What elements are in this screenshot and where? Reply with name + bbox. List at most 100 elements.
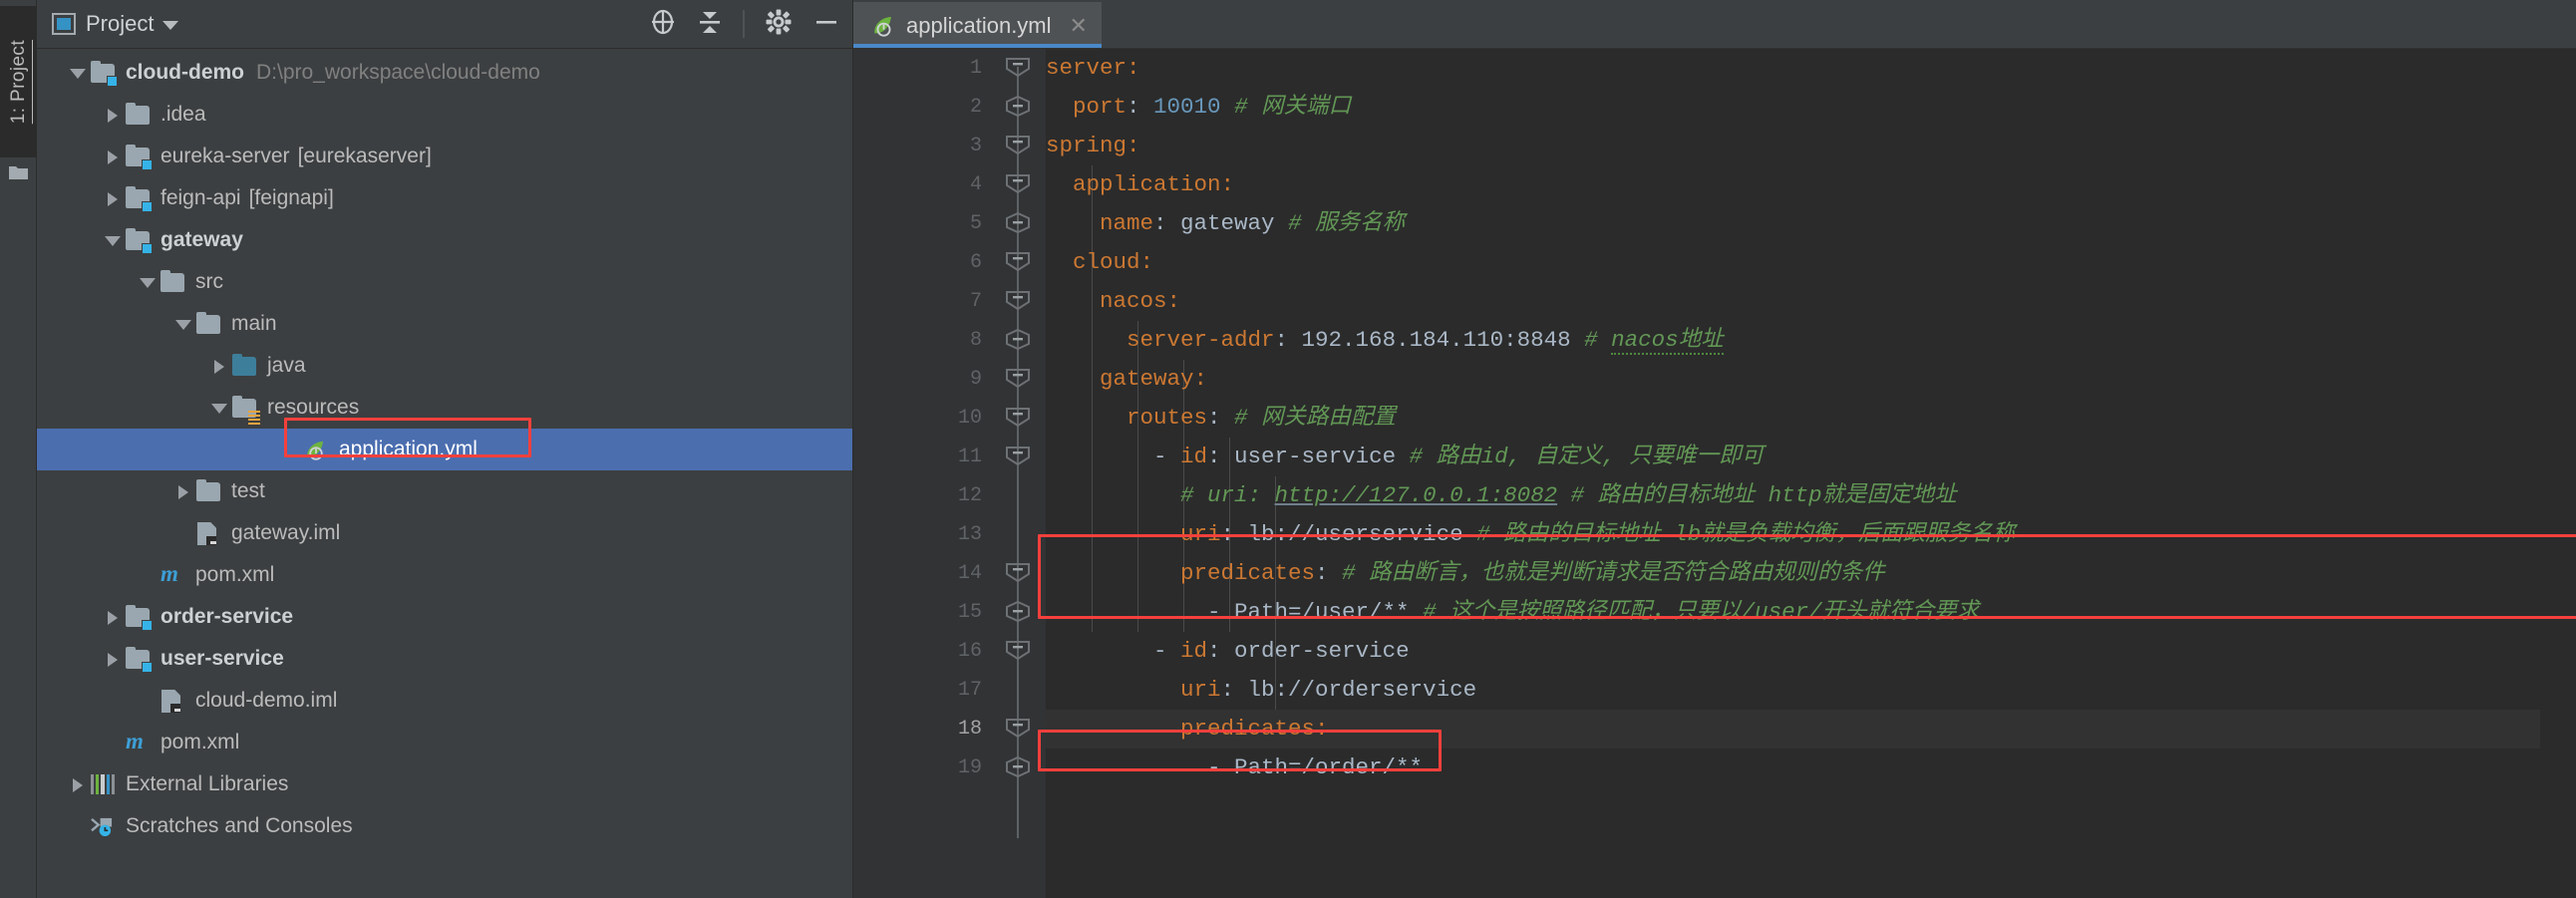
fold-marker-icon[interactable] [1005, 562, 1031, 583]
expand-arrow-icon[interactable] [172, 313, 194, 335]
expand-arrow-icon[interactable] [102, 104, 124, 126]
fold-marker-icon[interactable] [1005, 135, 1031, 155]
project-folder-icon[interactable] [9, 164, 28, 186]
editor-tab-label: application.yml [906, 12, 1052, 38]
tree-row-test[interactable]: test [37, 470, 852, 512]
code-line-7[interactable]: nacos: [1046, 282, 2540, 321]
fold-marker-icon[interactable] [1005, 756, 1031, 777]
tree-row-root-pom-xml[interactable]: m pom.xml [37, 722, 852, 763]
expand-arrow-icon[interactable] [102, 146, 124, 167]
expand-arrow-icon[interactable] [102, 187, 124, 209]
expand-arrow-icon[interactable] [137, 271, 159, 293]
code-line-16[interactable]: - id: order-service [1046, 632, 2540, 671]
code-line-14[interactable]: predicates: # 路由断言，也就是判断请求是否符合路由规则的条件 [1046, 554, 2540, 593]
code-line-4[interactable]: application: [1046, 165, 2540, 204]
line-number: 3 [969, 135, 982, 157]
expand-arrow-placeholder [244, 439, 266, 460]
fold-marker-icon[interactable] [1005, 212, 1031, 233]
fold-marker-icon[interactable] [1005, 718, 1031, 739]
code-line-18[interactable]: predicates: [1046, 710, 2540, 748]
project-path: D:\pro_workspace\cloud-demo [256, 61, 540, 84]
tree-row-resources[interactable]: resources [37, 387, 852, 429]
code-folding-gutter[interactable] [998, 49, 1046, 898]
spring-yaml-file-icon [302, 438, 330, 461]
tree-row-order-service[interactable]: order-service [37, 596, 852, 638]
code-line-12[interactable]: # uri: http://127.0.0.1:8082 # 路由的目标地址 h… [1046, 476, 2540, 515]
expand-arrow-icon[interactable] [208, 397, 230, 419]
code-line-15[interactable]: - Path=/user/** # 这个是按照路径匹配，只要以/user/开头就… [1046, 593, 2540, 632]
tree-row-main[interactable]: main [37, 303, 852, 345]
project-view-icon [51, 11, 77, 37]
toolbar-separator [743, 10, 745, 38]
sidebar-tab-project[interactable]: 1: Project [0, 6, 37, 157]
fold-marker-icon[interactable] [1005, 368, 1031, 389]
code-line-8[interactable]: server-addr: 192.168.184.110:8848 # naco… [1046, 321, 2540, 360]
expand-arrow-icon[interactable] [208, 355, 230, 377]
expand-arrow-icon[interactable] [67, 773, 89, 795]
tree-row-eureka-server[interactable]: eureka-server [eurekaserver] [37, 136, 852, 177]
module-name-suffix: [feignapi] [248, 186, 334, 209]
tree-row-cloud-demo[interactable]: cloud-demo D:\pro_workspace\cloud-demo [37, 52, 852, 94]
tree-row-label: gateway [161, 228, 243, 251]
tree-row-gateway[interactable]: gateway [37, 219, 852, 261]
expand-arrow-icon[interactable] [102, 606, 124, 628]
tree-row-label: order-service [161, 605, 294, 628]
code-line-11[interactable]: - id: user-service # 路由id, 自定义, 只要唯一即可 [1046, 438, 2540, 476]
fold-marker-icon[interactable] [1005, 601, 1031, 622]
line-number: 1 [969, 57, 982, 80]
code-line-3[interactable]: spring: [1046, 127, 2540, 165]
tree-row-java[interactable]: java [37, 345, 852, 387]
fold-marker-icon[interactable] [1005, 290, 1031, 311]
code-line-1[interactable]: server: [1046, 49, 2540, 88]
tree-row-cloud-demo-iml[interactable]: cloud-demo.iml [37, 680, 852, 722]
fold-marker-icon[interactable] [1005, 251, 1031, 272]
tree-row-label: src [195, 270, 223, 293]
fold-marker-icon[interactable] [1005, 640, 1031, 661]
fold-marker-icon[interactable] [1005, 329, 1031, 350]
tree-row-application-yml[interactable]: application.yml [37, 429, 852, 470]
tree-row-label: cloud-demo.iml [195, 689, 338, 712]
code-line-9[interactable]: gateway: [1046, 360, 2540, 399]
editor-right-gutter[interactable] [2540, 49, 2576, 898]
fold-marker-icon[interactable] [1005, 173, 1031, 194]
project-tree[interactable]: cloud-demo D:\pro_workspace\cloud-demo .… [37, 49, 852, 898]
code-line-17[interactable]: uri: lb://orderservice [1046, 671, 2540, 710]
fold-marker-icon[interactable] [1005, 446, 1031, 466]
idea-window: 1: Project Project cloud-demo D:\pro_wor… [0, 0, 2576, 898]
collapse-all-icon[interactable] [697, 8, 723, 41]
code-line-5[interactable]: name: gateway # 服务名称 [1046, 204, 2540, 243]
code-line-13[interactable]: uri: lb://userservice # 路由的目标地址 lb就是负载均衡… [1046, 515, 2540, 554]
expand-arrow-icon[interactable] [67, 62, 89, 84]
tree-row-gateway-iml[interactable]: gateway.iml [37, 512, 852, 554]
tree-row-idea[interactable]: .idea [37, 94, 852, 136]
tree-row-external-libraries[interactable]: External Libraries [37, 763, 852, 805]
fold-marker-icon[interactable] [1005, 57, 1031, 78]
tree-row-feign-api[interactable]: feign-api [feignapi] [37, 177, 852, 219]
editor-tab-application-yml[interactable]: application.yml ✕ [853, 2, 1102, 49]
expand-arrow-icon[interactable] [102, 648, 124, 670]
fold-marker-icon[interactable] [1005, 407, 1031, 428]
chevron-down-icon[interactable] [162, 21, 179, 30]
code-line-10[interactable]: routes: # 网关路由配置 [1046, 399, 2540, 438]
tree-row-user-service[interactable]: user-service [37, 638, 852, 680]
maven-file-icon: m [126, 729, 144, 753]
expand-arrow-icon[interactable] [102, 229, 124, 251]
code-line-6[interactable]: cloud: [1046, 243, 2540, 282]
minimize-icon[interactable] [812, 8, 840, 41]
tree-row-gateway-pom-xml[interactable]: m pom.xml [37, 554, 852, 596]
source-root-folder-icon [230, 354, 258, 378]
folder-icon [194, 312, 222, 336]
code-line-2[interactable]: port: 10010 # 网关端口 [1046, 88, 2540, 127]
module-folder-icon [124, 145, 153, 170]
locate-icon[interactable] [649, 8, 677, 41]
code-line-19[interactable]: - Path=/order/** [1046, 748, 2540, 787]
tree-row-src[interactable]: src [37, 261, 852, 303]
code-text-area[interactable]: server: port: 10010 # 网关端口 spring: appli… [1038, 49, 2576, 898]
close-icon[interactable]: ✕ [1070, 14, 1088, 37]
project-panel-header: Project [37, 0, 852, 49]
expand-arrow-icon[interactable] [172, 480, 194, 502]
spring-yaml-file-icon [871, 15, 896, 37]
fold-marker-icon[interactable] [1005, 96, 1031, 117]
tree-row-scratches-and-consoles[interactable]: Scratches and Consoles [37, 805, 852, 847]
gear-icon[interactable] [765, 8, 793, 41]
